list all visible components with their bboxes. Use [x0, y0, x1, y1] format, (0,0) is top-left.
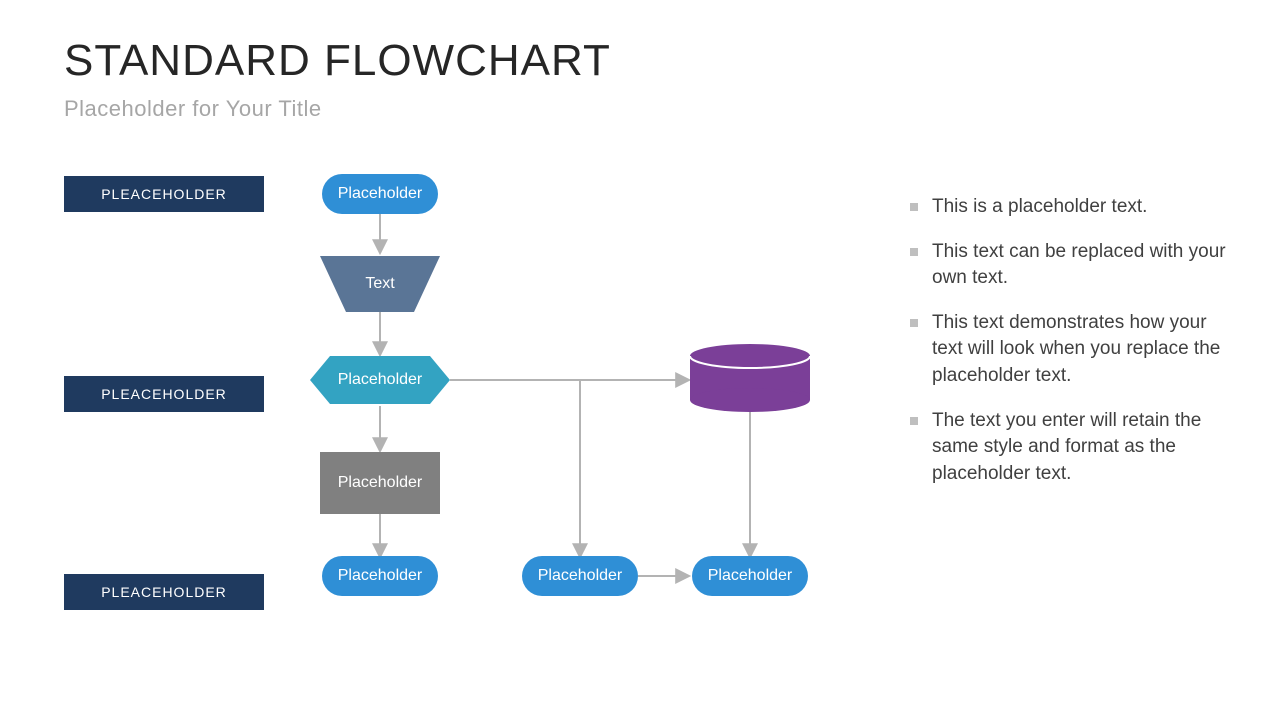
flow-terminator-2: Placeholder [522, 556, 638, 596]
shape-label: Text [365, 275, 394, 293]
slide: STANDARD FLOWCHART Placeholder for Your … [0, 0, 1280, 720]
flow-process: Placeholder [320, 452, 440, 514]
note-item: This text can be replaced with your own … [910, 239, 1230, 292]
shape-label: Placeholder [338, 474, 423, 492]
lane-label-2: PLEACEHOLDER [64, 376, 264, 412]
lane-label-3: PLEACEHOLDER [64, 574, 264, 610]
flow-manual-operation: Text [320, 256, 440, 312]
subtitle: Placeholder for Your Title [64, 96, 322, 122]
shape-label: Placeholder [338, 371, 423, 389]
flow-start: Placeholder [322, 174, 438, 214]
flowchart: Placeholder Text Placeholder Placeholder… [300, 160, 860, 640]
shape-label: Placeholder [538, 567, 623, 585]
notes-panel: This is a placeholder text. This text ca… [910, 194, 1230, 505]
flow-preparation: Placeholder [310, 356, 450, 404]
note-item: The text you enter will retain the same … [910, 408, 1230, 488]
flow-terminator-3: Placeholder [692, 556, 808, 596]
lane-label-1: PLEACEHOLDER [64, 176, 264, 212]
flow-database [690, 344, 810, 412]
shape-label: Placeholder [708, 567, 793, 585]
flow-terminator-1: Placeholder [322, 556, 438, 596]
main-title: STANDARD FLOWCHART [64, 36, 611, 86]
shape-label: Placeholder [338, 185, 423, 203]
note-item: This is a placeholder text. [910, 194, 1230, 221]
note-item: This text demonstrates how your text wil… [910, 310, 1230, 390]
shape-label: Placeholder [338, 567, 423, 585]
